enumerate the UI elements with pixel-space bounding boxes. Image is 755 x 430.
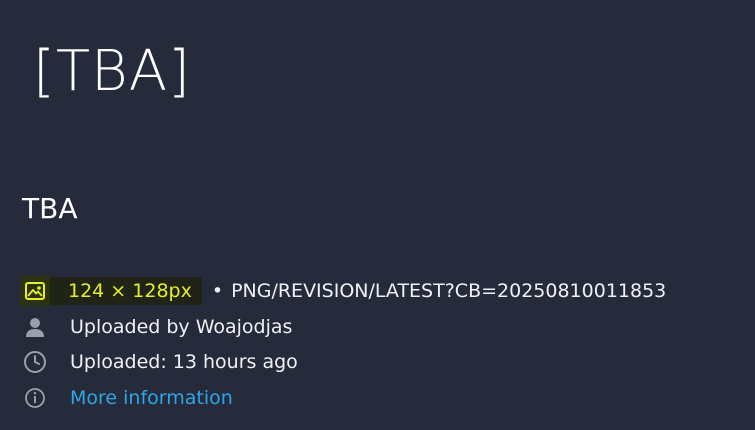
info-icon [20,383,50,413]
file-preview-image[interactable]: [TBA] [33,40,191,104]
preview-alt-text: [TBA] [33,39,191,104]
file-title: TBA [22,192,78,225]
dimensions-highlight: 124 × 128px [20,276,202,306]
more-information-link[interactable]: More information [70,387,233,409]
dimensions-value: 124 × 128px [68,280,192,302]
more-information-row: More information [20,383,233,413]
dimensions-row: 124 × 128px • PNG/REVISION/LATEST?CB=202… [20,276,666,306]
uploader-text: Uploaded by Woajodjas [70,316,293,338]
separator-dot: • [211,280,224,302]
uploaded-time-row: Uploaded: 13 hours ago [20,347,298,377]
clock-icon [20,347,50,377]
user-icon [20,312,50,342]
image-icon [20,276,50,306]
uploaded-time-text: Uploaded: 13 hours ago [70,351,298,373]
uploader-row: Uploaded by Woajodjas [20,312,292,342]
file-path: PNG/REVISION/LATEST?CB=20250810011853 [231,280,667,302]
